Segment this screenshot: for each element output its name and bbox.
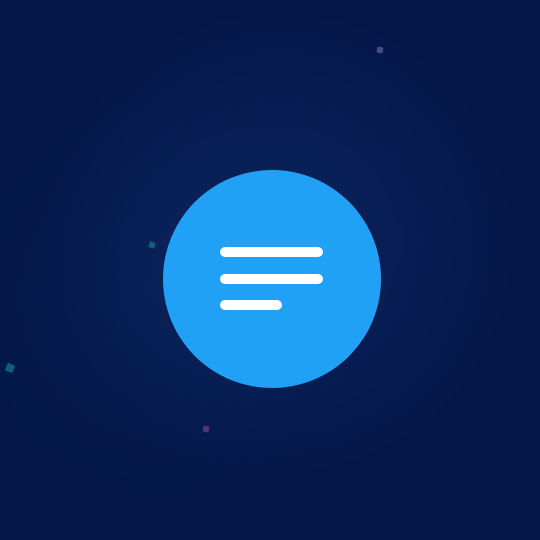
particle-bottom bbox=[202, 425, 210, 433]
particle-top-right bbox=[376, 46, 384, 54]
menu-icon-line bbox=[220, 274, 323, 284]
menu-icon-line bbox=[220, 247, 323, 257]
particle-mid-left bbox=[148, 241, 156, 249]
menu-icon bbox=[220, 247, 324, 311]
canvas-background bbox=[0, 0, 540, 540]
menu-icon-line bbox=[220, 300, 282, 310]
menu-button[interactable] bbox=[163, 170, 381, 388]
particle-left-edge bbox=[4, 362, 16, 374]
